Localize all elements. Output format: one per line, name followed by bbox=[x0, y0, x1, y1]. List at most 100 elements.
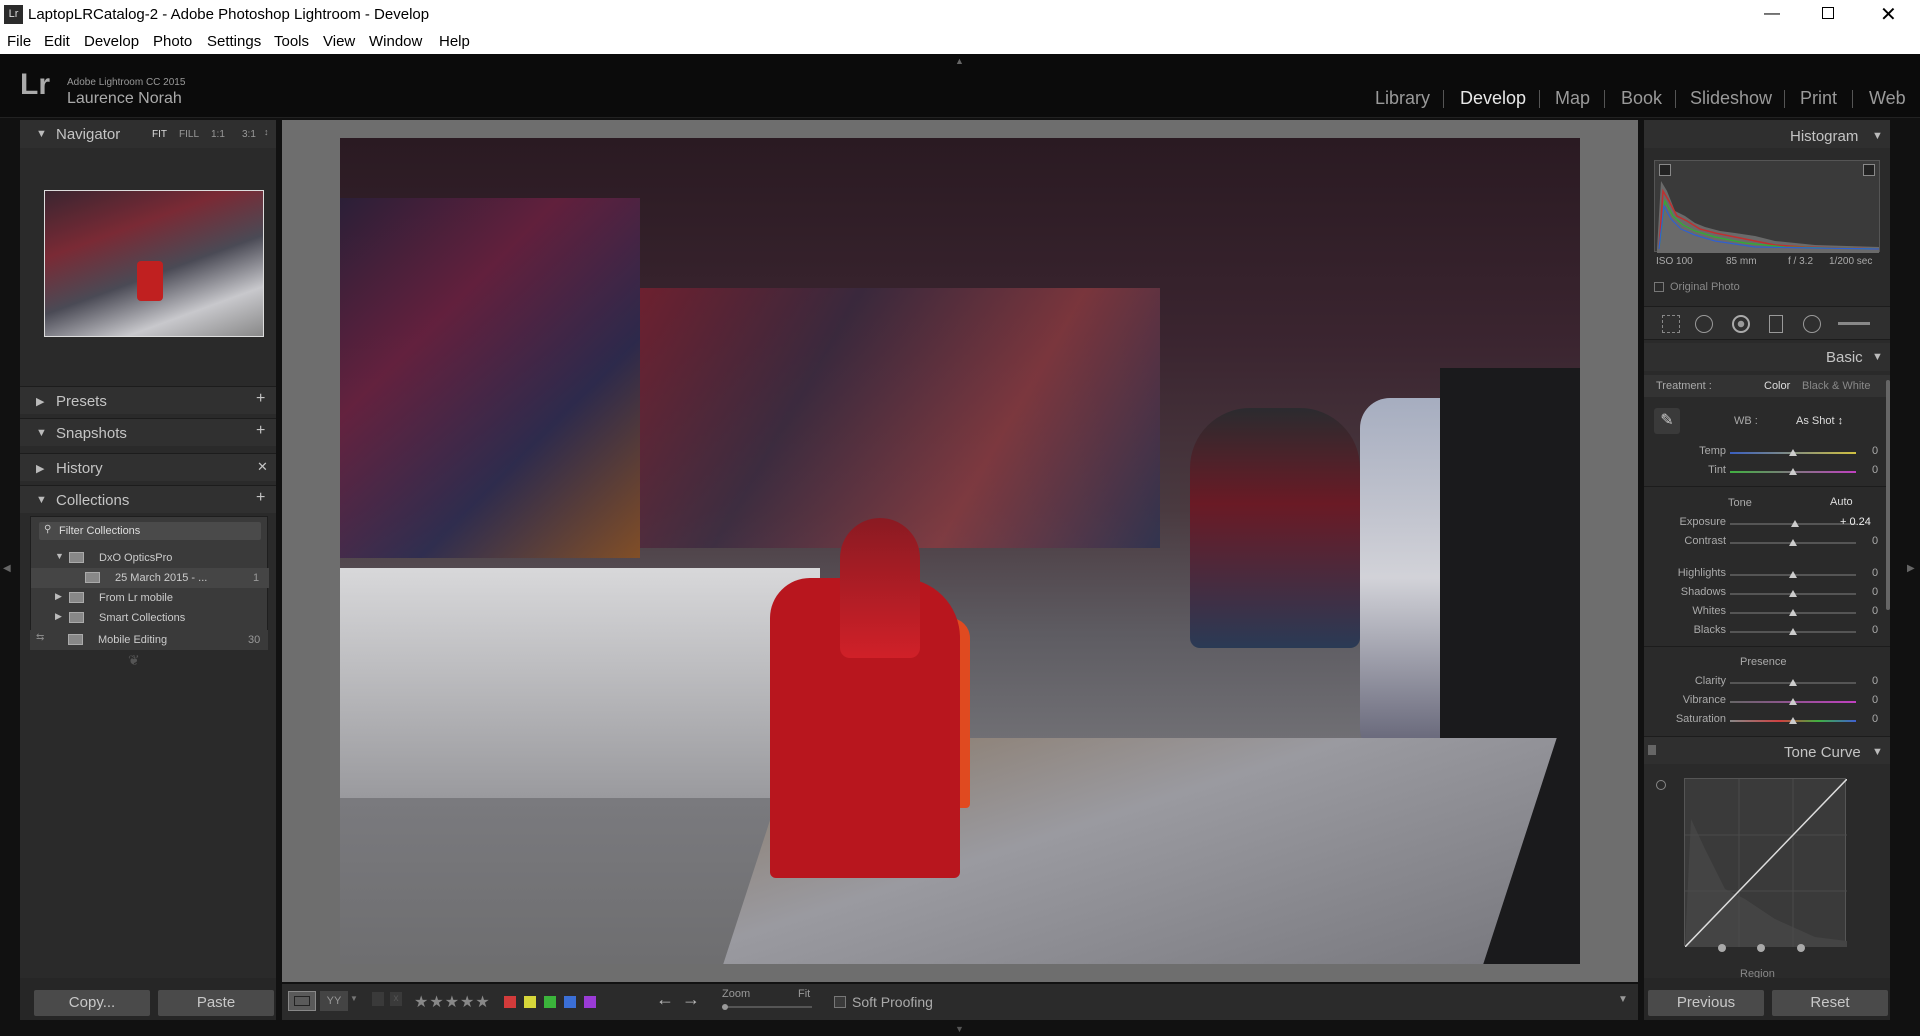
loupe-view-icon[interactable] bbox=[288, 991, 316, 1011]
collapse-triangle-icon[interactable]: ▼ bbox=[36, 128, 47, 140]
menu-tools[interactable]: Tools bbox=[274, 33, 309, 50]
curve-split-handle-midtones[interactable] bbox=[1757, 944, 1765, 952]
module-slideshow[interactable]: Slideshow bbox=[1690, 88, 1772, 109]
color-label-yellow[interactable] bbox=[524, 996, 536, 1008]
menu-settings[interactable]: Settings bbox=[207, 33, 261, 50]
presets-header[interactable]: ▶ Presets + bbox=[20, 386, 276, 414]
basic-header[interactable]: Basic ▼ bbox=[1644, 343, 1890, 371]
before-after-dropdown-icon[interactable]: ▼ bbox=[350, 994, 358, 1003]
menu-file[interactable]: File bbox=[7, 33, 31, 50]
left-panel-toggle-icon[interactable]: ◀ bbox=[3, 563, 11, 574]
menu-view[interactable]: View bbox=[323, 33, 355, 50]
right-scrollbar[interactable] bbox=[1886, 380, 1890, 610]
add-collection-icon[interactable]: + bbox=[256, 489, 265, 507]
collapse-triangle-icon[interactable]: ▼ bbox=[55, 551, 64, 561]
previous-button[interactable]: Previous bbox=[1648, 990, 1764, 1016]
menu-help[interactable]: Help bbox=[439, 33, 470, 50]
zoom-1-1[interactable]: 1:1 bbox=[211, 129, 225, 140]
clear-history-icon[interactable]: ✕ bbox=[257, 459, 268, 475]
expand-triangle-icon[interactable]: ▶ bbox=[36, 395, 44, 408]
zoom-stepper-icon[interactable]: ↕ bbox=[264, 127, 269, 137]
treatment-black-white[interactable]: Black & White bbox=[1802, 380, 1870, 392]
adjustment-brush-icon[interactable] bbox=[1838, 322, 1870, 325]
filter-collections-field[interactable]: ⚲ Filter Collections bbox=[39, 522, 261, 540]
graduated-filter-icon[interactable] bbox=[1769, 315, 1783, 333]
star-rating[interactable]: ★★★★★ bbox=[414, 992, 491, 1012]
auto-tone-button[interactable]: Auto bbox=[1830, 496, 1853, 508]
highlights-slider-thumb[interactable] bbox=[1789, 571, 1797, 578]
toolbar-options-icon[interactable]: ▼ bbox=[1618, 994, 1628, 1005]
shadows-slider-thumb[interactable] bbox=[1789, 590, 1797, 597]
collection-mobile-editing[interactable]: ⇆ Mobile Editing 30 bbox=[30, 630, 268, 650]
tone-curve-header[interactable]: Tone Curve ▼ bbox=[1644, 736, 1890, 764]
slider-value[interactable]: 0 bbox=[1872, 675, 1878, 687]
expand-triangle-icon[interactable]: ▶ bbox=[36, 462, 44, 475]
menu-window[interactable]: Window bbox=[369, 33, 422, 50]
history-header[interactable]: ▶ History ✕ bbox=[20, 453, 276, 481]
zoom-fill[interactable]: FILL bbox=[179, 129, 199, 140]
module-map[interactable]: Map bbox=[1555, 88, 1590, 109]
slider-value[interactable]: 0 bbox=[1872, 624, 1878, 636]
color-label-blue[interactable] bbox=[564, 996, 576, 1008]
add-snapshot-icon[interactable]: + bbox=[256, 422, 265, 440]
slider-value[interactable]: 0 bbox=[1872, 694, 1878, 706]
menu-photo[interactable]: Photo bbox=[153, 33, 192, 50]
temp-slider-thumb[interactable] bbox=[1789, 449, 1797, 456]
saturation-slider-thumb[interactable] bbox=[1789, 717, 1797, 724]
zoom-slider[interactable] bbox=[722, 1006, 812, 1008]
slider-value[interactable]: 0 bbox=[1872, 713, 1878, 725]
module-book[interactable]: Book bbox=[1621, 88, 1662, 109]
panel-bottom-arrow-icon[interactable]: ▼ bbox=[955, 1024, 964, 1034]
collapse-triangle-icon[interactable]: ▼ bbox=[1872, 130, 1883, 142]
original-photo-checkbox[interactable] bbox=[1654, 282, 1664, 292]
wb-value[interactable]: As Shot ↕ bbox=[1796, 415, 1843, 427]
snapshots-header[interactable]: ▼ Snapshots + bbox=[20, 418, 276, 446]
slider-value[interactable]: 0 bbox=[1872, 605, 1878, 617]
collapse-triangle-icon[interactable]: ▼ bbox=[36, 494, 47, 506]
clarity-slider-thumb[interactable] bbox=[1789, 679, 1797, 686]
curve-split-handle-shadows[interactable] bbox=[1718, 944, 1726, 952]
slider-value[interactable]: + 0.24 bbox=[1840, 516, 1871, 528]
panel-top-arrow-icon[interactable]: ▲ bbox=[955, 56, 964, 66]
highlight-clipping-icon[interactable] bbox=[1863, 164, 1875, 176]
slider-value[interactable]: 0 bbox=[1872, 464, 1878, 476]
menu-edit[interactable]: Edit bbox=[44, 33, 70, 50]
paste-button[interactable]: Paste bbox=[158, 990, 274, 1016]
expand-triangle-icon[interactable]: ▶ bbox=[55, 591, 62, 602]
collection-smart-collections[interactable]: ▶ Smart Collections bbox=[31, 608, 269, 628]
collection-25-march[interactable]: 25 March 2015 - ... 1 bbox=[31, 568, 269, 588]
previous-photo-arrow-icon[interactable]: ← bbox=[656, 989, 674, 1010]
flag-reject-icon[interactable]: x bbox=[390, 992, 402, 1006]
shadow-clipping-icon[interactable] bbox=[1659, 164, 1671, 176]
targeted-adjustment-icon[interactable] bbox=[1656, 780, 1666, 790]
navigator-header[interactable]: ▼ Navigator FIT FILL 1:1 3:1 ↕ bbox=[20, 120, 276, 148]
collapse-triangle-icon[interactable]: ▼ bbox=[1872, 746, 1883, 758]
slider-value[interactable]: 0 bbox=[1872, 586, 1878, 598]
color-label-red[interactable] bbox=[504, 996, 516, 1008]
add-preset-icon[interactable]: + bbox=[256, 390, 265, 408]
collapse-triangle-icon[interactable]: ▼ bbox=[36, 427, 47, 439]
minimize-icon[interactable]: — bbox=[1764, 5, 1780, 23]
histogram-header[interactable]: Histogram ▼ bbox=[1644, 120, 1890, 148]
module-web[interactable]: Web bbox=[1869, 88, 1906, 109]
curve-split-handle-highlights[interactable] bbox=[1797, 944, 1805, 952]
collapse-triangle-icon[interactable]: ▼ bbox=[1872, 351, 1883, 363]
slider-value[interactable]: 0 bbox=[1872, 445, 1878, 457]
blacks-slider-thumb[interactable] bbox=[1789, 628, 1797, 635]
close-icon[interactable]: ✕ bbox=[1880, 2, 1897, 27]
red-eye-tool-icon[interactable] bbox=[1732, 315, 1750, 333]
zoom-fit[interactable]: FIT bbox=[152, 129, 167, 140]
soft-proofing-checkbox[interactable] bbox=[834, 996, 846, 1008]
module-print[interactable]: Print bbox=[1800, 88, 1837, 109]
whites-slider-thumb[interactable] bbox=[1789, 609, 1797, 616]
exposure-slider-thumb[interactable] bbox=[1791, 520, 1799, 527]
wb-eyedropper-icon[interactable]: ✎ bbox=[1654, 408, 1680, 434]
spot-removal-tool-icon[interactable] bbox=[1695, 315, 1713, 333]
color-label-purple[interactable] bbox=[584, 996, 596, 1008]
tone-curve-graph[interactable] bbox=[1684, 778, 1848, 948]
flag-pick-icon[interactable] bbox=[372, 992, 384, 1006]
expand-triangle-icon[interactable]: ▶ bbox=[55, 611, 62, 622]
radial-filter-icon[interactable] bbox=[1803, 315, 1821, 333]
collection-set-dxo[interactable]: ▼ DxO OpticsPro bbox=[31, 548, 269, 568]
treatment-color[interactable]: Color bbox=[1764, 380, 1790, 392]
